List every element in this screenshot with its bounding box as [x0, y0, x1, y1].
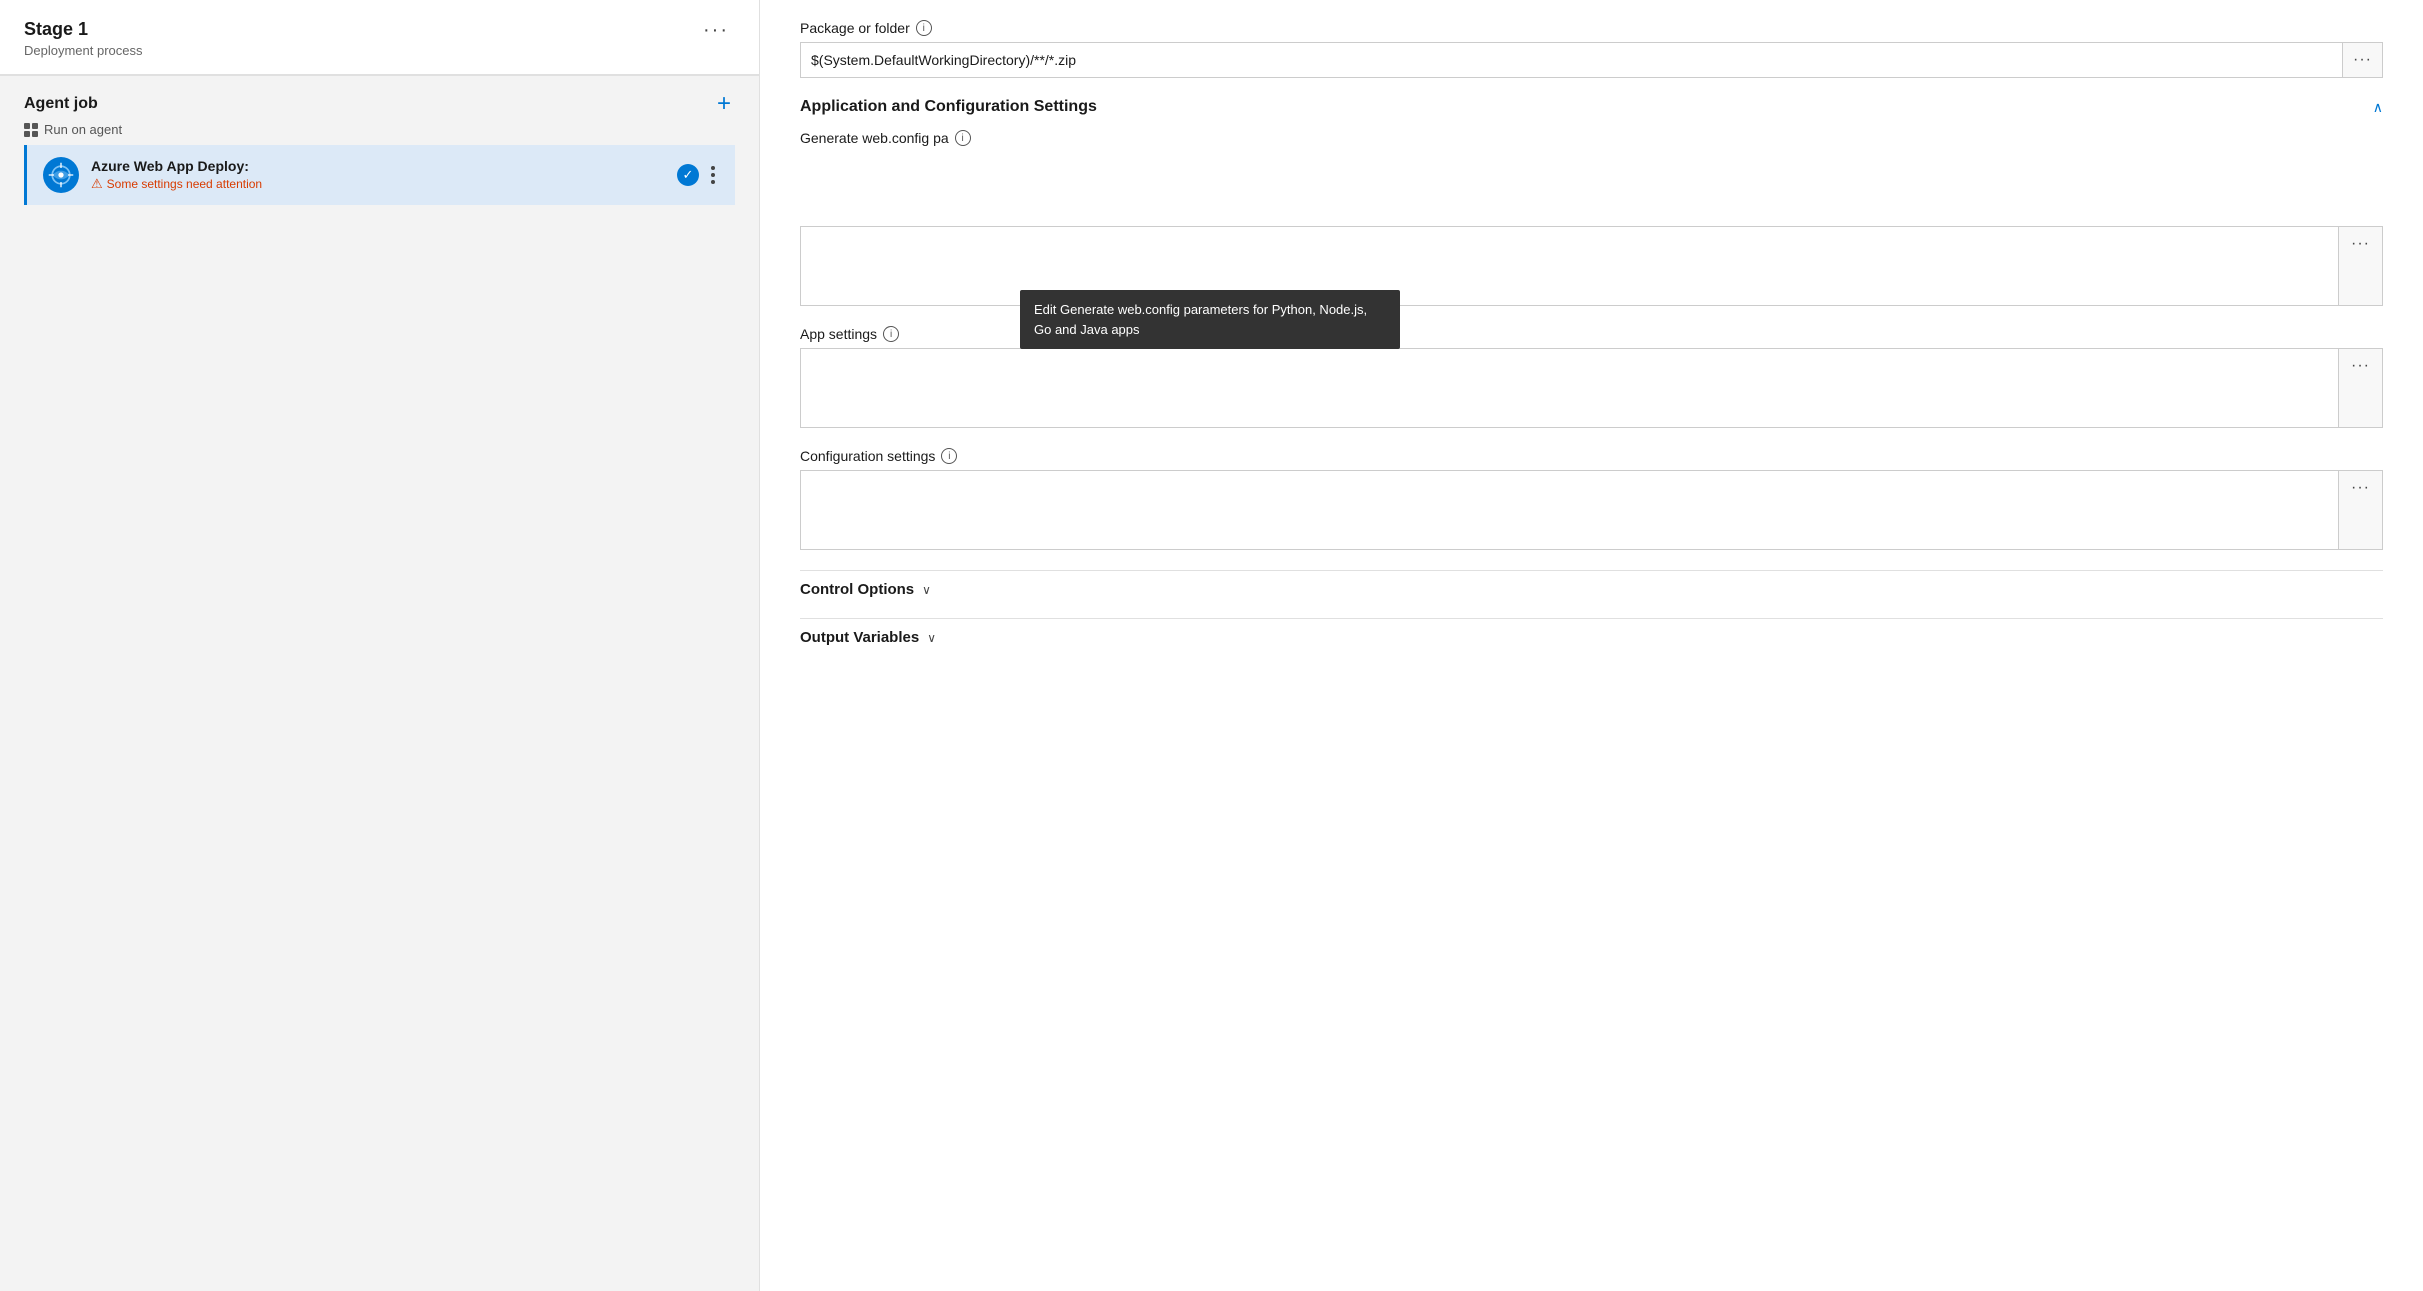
generate-webconfig-input[interactable] — [800, 226, 2339, 306]
task-name: Azure Web App Deploy: — [91, 158, 665, 174]
generate-webconfig-input-row: ··· — [800, 226, 2383, 306]
config-settings-input[interactable] — [800, 470, 2339, 550]
generate-webconfig-container: Generate web.config pa i Edit Generate w… — [800, 130, 2383, 146]
package-input-row: ··· — [800, 42, 2383, 78]
generate-webconfig-more-button[interactable]: ··· — [2339, 226, 2383, 306]
agent-job-title: Agent job — [24, 95, 98, 113]
app-config-title: Application and Configuration Settings — [800, 98, 1097, 116]
generate-webconfig-text: Generate web.config pa — [800, 130, 949, 146]
task-item[interactable]: Azure Web App Deploy: ⚠ Some settings ne… — [24, 145, 735, 205]
stage-more-button[interactable]: ··· — [697, 18, 735, 42]
left-panel: Stage 1 Deployment process ··· Agent job… — [0, 0, 760, 1291]
task-warning: ⚠ Some settings need attention — [91, 176, 665, 192]
config-settings-more-button[interactable]: ··· — [2339, 470, 2383, 550]
package-label-text: Package or folder — [800, 20, 910, 36]
config-settings-label: Configuration settings i — [800, 448, 2383, 464]
task-more-button[interactable] — [707, 164, 719, 186]
app-settings-input-row: ··· — [800, 348, 2383, 428]
add-task-button[interactable]: + — [713, 92, 735, 116]
app-settings-label: App settings i — [800, 326, 2383, 342]
config-settings-input-row: ··· — [800, 470, 2383, 550]
agent-job-subtitle: Run on agent — [24, 122, 735, 137]
task-warning-text: Some settings need attention — [107, 177, 262, 191]
config-settings-info-icon[interactable]: i — [941, 448, 957, 464]
stage-info: Stage 1 Deployment process — [24, 18, 143, 58]
stage-subtitle: Deployment process — [24, 43, 143, 58]
task-check-icon: ✓ — [677, 164, 699, 186]
right-panel: Package or folder i ··· Application and … — [760, 0, 2423, 1291]
output-variables-row[interactable]: Output Variables ∨ — [800, 618, 2383, 656]
package-input[interactable] — [800, 42, 2343, 78]
app-settings-label-text: App settings — [800, 326, 877, 342]
app-settings-more-button[interactable]: ··· — [2339, 348, 2383, 428]
app-config-header: Application and Configuration Settings ∧ — [800, 98, 2383, 116]
output-variables-chevron: ∨ — [927, 631, 936, 645]
control-options-row[interactable]: Control Options ∨ — [800, 570, 2383, 608]
app-settings-input[interactable] — [800, 348, 2339, 428]
package-info-icon[interactable]: i — [916, 20, 932, 36]
warning-icon: ⚠ — [91, 176, 103, 192]
task-icon — [43, 157, 79, 193]
generate-webconfig-label: Generate web.config pa i — [800, 130, 2383, 146]
agent-job-section: Agent job + Run on agent — [0, 76, 759, 217]
control-options-chevron: ∨ — [922, 583, 931, 597]
run-on-agent-label: Run on agent — [44, 122, 122, 137]
run-on-agent-icon — [24, 123, 38, 137]
generate-webconfig-info-icon[interactable]: i — [955, 130, 971, 146]
output-variables-title: Output Variables — [800, 629, 919, 646]
package-more-button[interactable]: ··· — [2343, 42, 2383, 78]
task-actions: ✓ — [677, 164, 719, 186]
stage-title: Stage 1 — [24, 18, 143, 41]
agent-job-header: Agent job + — [24, 92, 735, 116]
package-label: Package or folder i — [800, 20, 2383, 36]
task-info: Azure Web App Deploy: ⚠ Some settings ne… — [91, 158, 665, 192]
control-options-title: Control Options — [800, 581, 914, 598]
stage-header: Stage 1 Deployment process ··· — [0, 0, 759, 75]
config-settings-label-text: Configuration settings — [800, 448, 935, 464]
app-settings-info-icon[interactable]: i — [883, 326, 899, 342]
app-config-collapse-icon[interactable]: ∧ — [2373, 99, 2383, 116]
